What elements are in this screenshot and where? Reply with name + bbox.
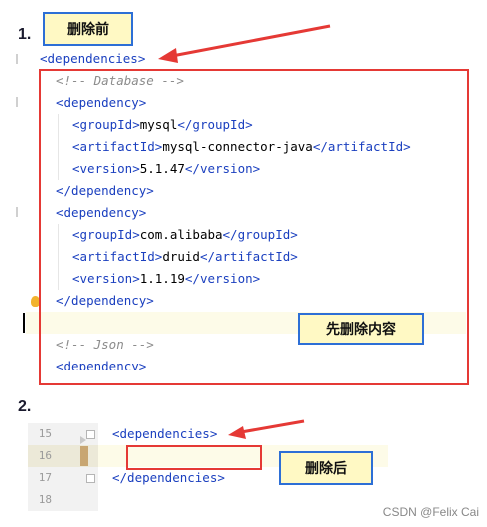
fold-close-icon[interactable] xyxy=(86,474,95,483)
line-number: 18 xyxy=(38,493,52,506)
bookmark-marker xyxy=(80,446,88,466)
dependencies-open-tag: <dependencies> xyxy=(112,426,218,441)
step-1-number: 1. xyxy=(18,26,32,43)
line-number: 15 xyxy=(38,427,52,440)
code-editor-before[interactable]: <dependencies> <!-- Database --> <depend… xyxy=(0,48,487,385)
line-number: 16 xyxy=(38,449,52,462)
dependencies-close-tag: </dependencies> xyxy=(112,470,225,485)
step-2-number: 2. xyxy=(18,398,32,415)
text-cursor xyxy=(23,313,25,333)
watermark: CSDN @Felix Cai xyxy=(382,505,479,519)
before-delete-callout: 删除前 xyxy=(43,12,133,46)
dependencies-open-tag: <dependencies> xyxy=(40,51,146,66)
delete-content-first-callout: 先删除内容 xyxy=(298,313,424,345)
empty-content-box xyxy=(126,445,262,470)
after-delete-callout: 删除后 xyxy=(279,451,373,485)
fold-open-icon[interactable] xyxy=(86,430,95,439)
arrow-icon xyxy=(228,419,305,439)
line-number: 17 xyxy=(38,471,52,484)
